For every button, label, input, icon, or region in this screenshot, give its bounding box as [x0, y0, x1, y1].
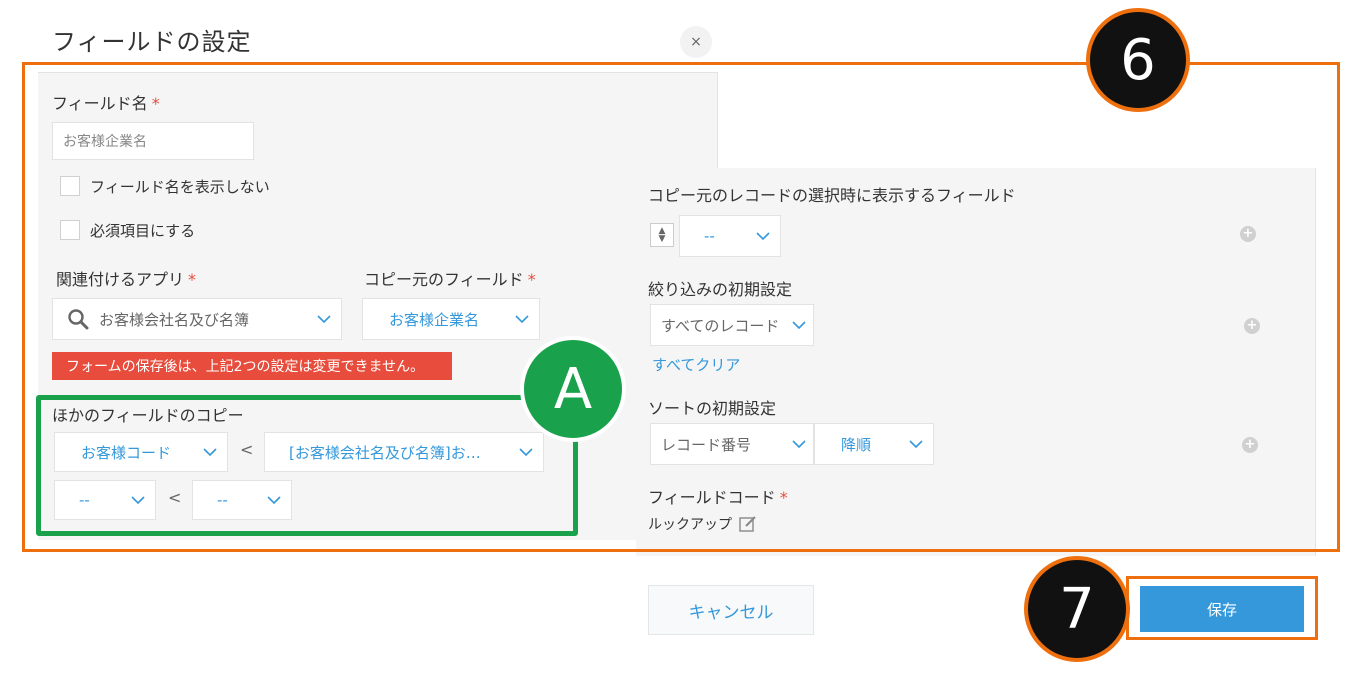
close-icon: × — [690, 34, 702, 50]
annotation-box-a — [36, 395, 578, 536]
cancel-button[interactable]: キャンセル — [648, 585, 814, 635]
annotation-badge-7: 7 — [1024, 556, 1130, 662]
annotation-badge-6: 6 — [1086, 8, 1190, 112]
annotation-badge-a: A — [520, 336, 626, 442]
close-button[interactable]: × — [680, 26, 712, 58]
dialog-title: フィールドの設定 — [52, 28, 252, 56]
annotation-box-7 — [1126, 576, 1318, 640]
